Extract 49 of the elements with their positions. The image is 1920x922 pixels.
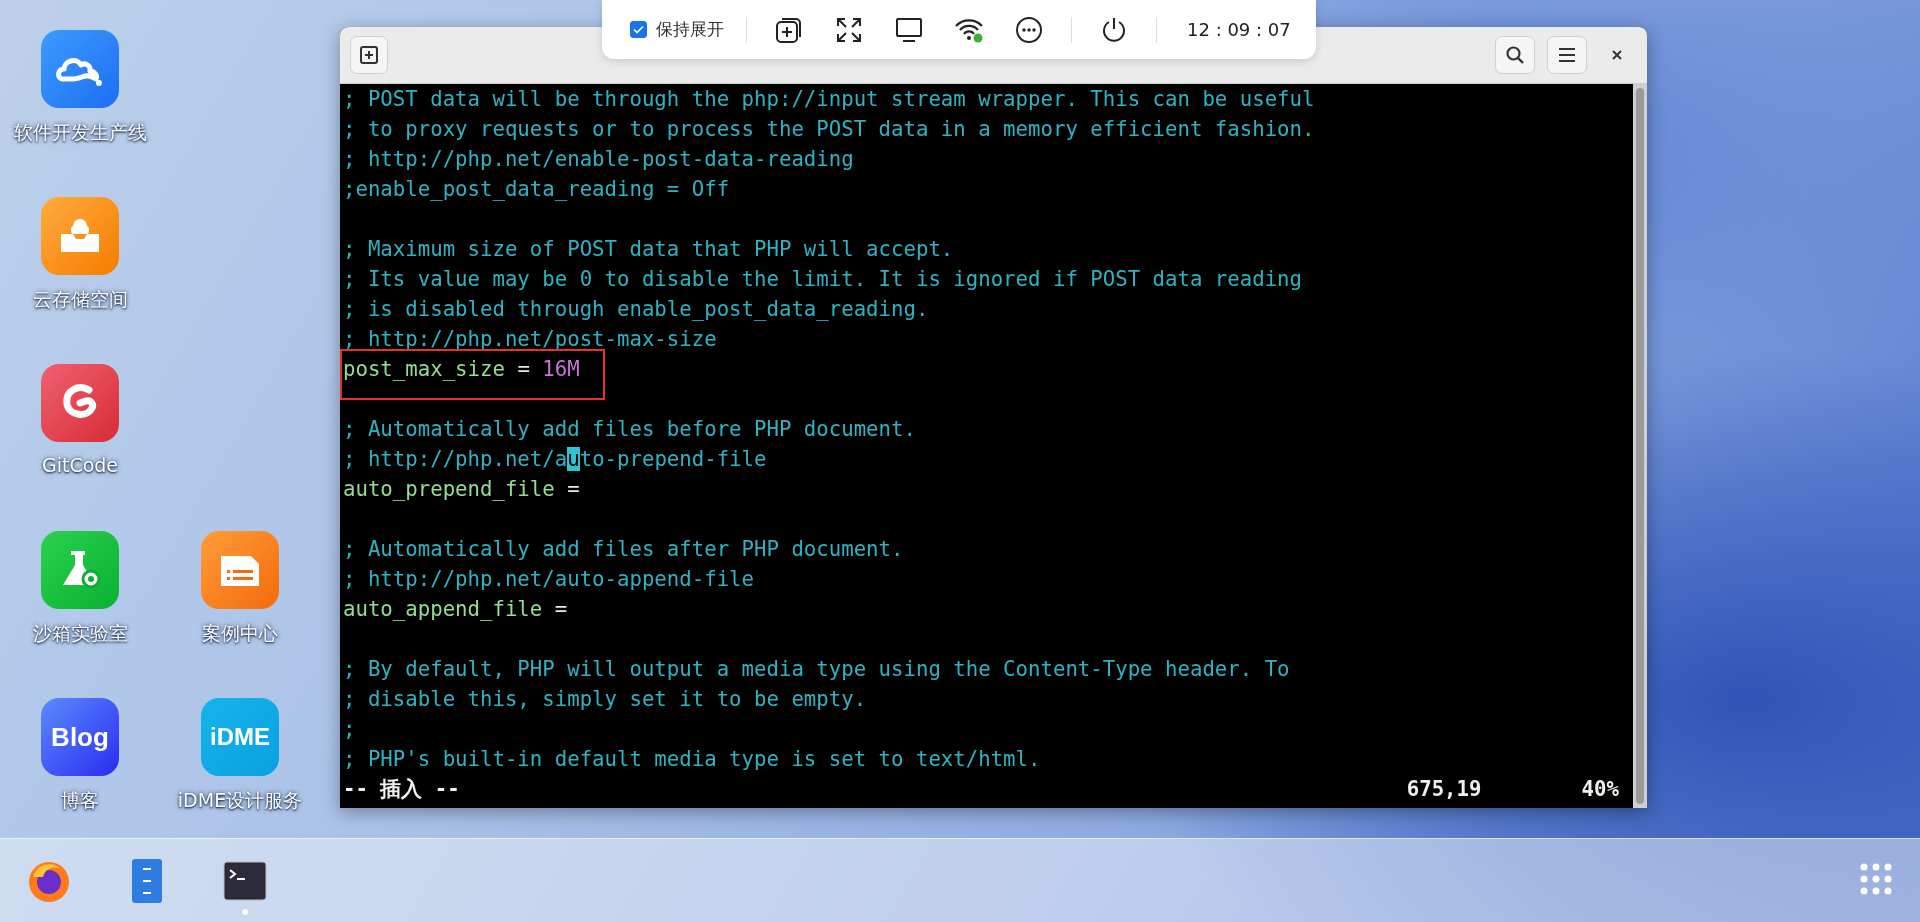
app-icon[interactable]: [41, 197, 119, 275]
app-icon[interactable]: [41, 30, 119, 108]
code-line: ; disable this, simply set it to be empty.: [343, 687, 867, 711]
plus-icon: [359, 45, 379, 65]
app-icon[interactable]: [41, 531, 119, 609]
app-icon[interactable]: [201, 531, 279, 609]
cursor-position: 675,19: [1406, 776, 1482, 803]
code-line: ; PHP's built-in default media type is set to text/html.: [343, 747, 1041, 771]
code-line: ; http://php.net/enable-post-data-reading: [343, 147, 854, 171]
menu-icon: [1557, 47, 1577, 63]
code-line: ;enable_post_data_reading = Off: [343, 177, 730, 201]
code-line: ; is disabled through enable_post_data_reading.: [343, 297, 929, 321]
app-label: 软件开发生产线: [13, 120, 147, 145]
search-icon: [1505, 45, 1525, 65]
keep-expanded-checkbox[interactable]: 保持展开: [630, 18, 724, 41]
file-cabinet-icon: [131, 857, 163, 904]
check-icon: [633, 25, 644, 34]
code-line: ; Automatically add files after PHP document.: [343, 537, 904, 561]
code-line: ; Automatically add files before PHP document.: [343, 417, 916, 441]
search-button[interactable]: [1495, 36, 1535, 74]
app-icon[interactable]: Blog: [41, 698, 119, 776]
code-line: ; http://php.net/auto-prepend-file: [343, 447, 767, 471]
code-line: ; http://php.net/auto-append-file: [343, 567, 754, 591]
app-label: 沙箱实验室: [32, 621, 128, 646]
app-icon[interactable]: iDME: [201, 698, 279, 776]
code-line: auto_prepend_file =: [343, 477, 580, 501]
editor-mode: -- 插入 --: [343, 776, 460, 803]
app-label: 案例中心: [202, 621, 278, 646]
scrollbar[interactable]: [1633, 84, 1647, 808]
app-label: GitCode: [41, 454, 119, 476]
new-tab-button[interactable]: [350, 36, 388, 74]
close-icon: [1610, 48, 1624, 62]
app-label: 云存储空间: [32, 287, 128, 312]
scroll-percent: 40%: [1581, 776, 1619, 803]
clock: 12 : 09 : 07: [1187, 19, 1291, 40]
code-line: ; Its value may be 0 to disable the limit. It is ignored if POST data reading: [343, 267, 1303, 291]
code-line: ; Maximum size of POST data that PHP will accept.: [343, 237, 954, 261]
code-line: ; By default, PHP will output a media type using the Content-Type header. To: [343, 657, 1290, 681]
code-line: ;: [343, 717, 356, 741]
code-line: ; http://php.net/post-max-size: [343, 327, 717, 351]
code-line: ; to proxy requests or to process the POST data in a memory efficient fashion.: [343, 117, 1315, 141]
code-line: post_max_size = 16M: [343, 357, 580, 381]
terminal-icon: [223, 860, 267, 901]
code-line: ; POST data will be through the php://input stream wrapper. This can be useful: [343, 87, 1315, 111]
code-line: auto_append_file =: [343, 597, 568, 621]
app-label: iDME设计服务: [177, 788, 303, 813]
app-icon[interactable]: [41, 364, 119, 442]
app-label: 博客: [61, 788, 99, 813]
menu-button[interactable]: [1547, 36, 1587, 74]
